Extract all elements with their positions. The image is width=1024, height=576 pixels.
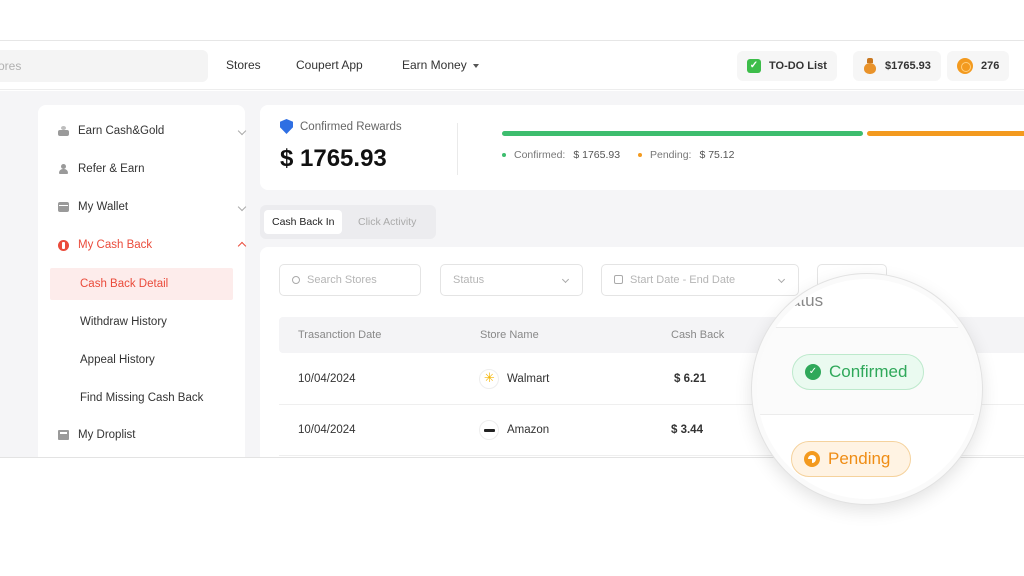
sidebar-item-refer-earn[interactable]: Refer & Earn (58, 163, 144, 175)
page: ores Stores Coupert App Earn Money ✓ TO-… (0, 0, 1024, 576)
date-range-input[interactable]: Start Date - End Date (601, 264, 799, 296)
pending-legend-label: Pending: (650, 149, 692, 161)
status-magnifier: atus ✓ Confirmed Pending (752, 274, 982, 504)
checkbox-icon: ✓ (747, 59, 761, 73)
tab-cash-back-in[interactable]: Cash Back In (264, 210, 343, 234)
balance-value: $1765.93 (885, 60, 931, 72)
todo-list-button[interactable]: ✓ TO-DO List (737, 51, 837, 81)
caret-down-icon (472, 63, 479, 68)
status-select[interactable]: Status (440, 264, 583, 296)
sidebar: Earn Cash&Gold Refer & Earn My Wallet My… (38, 105, 247, 457)
walmart-logo-icon (479, 369, 499, 389)
column-header-cash-back: Cash Back (671, 329, 725, 341)
row-cash-back: $ 6.21 (674, 373, 706, 385)
todo-list-label: TO-DO List (769, 60, 827, 72)
sidebar-item-label: My Cash Back (78, 239, 153, 251)
nav-stores[interactable]: Stores (226, 58, 261, 72)
pending-legend: Pending: $ 75.12 (638, 149, 735, 161)
row-store-name: Amazon (507, 424, 550, 436)
confirmed-progress-bar (502, 131, 863, 136)
chevron-down-icon (777, 275, 786, 284)
coins-value: 276 (981, 60, 1000, 72)
calendar-icon (614, 275, 623, 284)
sidebar-item-my-cash-back[interactable]: My Cash Back (58, 239, 247, 251)
nav-earn-money-label: Earn Money (402, 58, 467, 72)
amazon-logo-icon (479, 420, 499, 440)
orange-dot-icon (638, 153, 642, 157)
gold-coin-icon (957, 58, 973, 74)
confirmed-rewards-label: Confirmed Rewards (300, 121, 402, 133)
row-store-name: Walmart (507, 373, 550, 385)
nav-coupert-app[interactable]: Coupert App (296, 58, 363, 72)
green-dot-icon (502, 153, 506, 157)
coins-pill[interactable]: 276 (947, 51, 1010, 81)
column-header-date: Trasanction Date (298, 329, 382, 341)
chevron-down-icon (561, 275, 570, 284)
status-badge-pending: Pending (791, 441, 912, 477)
sidebar-subitem-find-missing-cash-back[interactable]: Find Missing Cash Back (50, 382, 233, 414)
sidebar-subitem-withdraw-history[interactable]: Withdraw History (50, 306, 233, 338)
wallet-icon (58, 202, 69, 212)
cashback-icon (58, 239, 69, 251)
sidebar-item-my-wallet[interactable]: My Wallet (58, 201, 247, 213)
sidebar-subitem-cash-back-detail[interactable]: Cash Back Detail (50, 268, 233, 300)
status-badge-confirmed: ✓ Confirmed (792, 354, 925, 390)
search-stores-placeholder: Search Stores (307, 274, 377, 286)
sidebar-item-label: Refer & Earn (78, 163, 145, 175)
status-column-header: atus (791, 291, 824, 310)
droplist-icon (58, 430, 69, 440)
money-bag-icon (863, 58, 877, 74)
shield-check-icon (280, 119, 293, 134)
sidebar-subitem-appeal-history[interactable]: Appeal History (50, 344, 233, 376)
row-cash-back: $ 3.44 (671, 424, 703, 436)
sidebar-item-label: My Droplist (78, 429, 136, 441)
chevron-up-icon (237, 241, 247, 251)
tab-bar: Cash Back In Click Activity (260, 205, 436, 239)
check-circle-icon: ✓ (805, 364, 821, 380)
balance-pill[interactable]: $1765.93 (853, 51, 941, 81)
status-badge-label: Pending (828, 449, 891, 468)
confirmed-legend-value: $ 1765.93 (573, 149, 621, 161)
top-navbar: ores Stores Coupert App Earn Money ✓ TO-… (0, 40, 1024, 90)
row-date: 10/04/2024 (298, 373, 356, 385)
rewards-card: Confirmed Rewards $ 1765.93 Confirmed: $… (260, 105, 1024, 190)
store-search-input[interactable]: ores (0, 50, 208, 82)
tab-click-activity[interactable]: Click Activity (350, 210, 424, 234)
hand-coin-icon (58, 126, 69, 136)
status-placeholder: Status (453, 274, 485, 286)
divider (457, 123, 458, 175)
row-date: 10/04/2024 (298, 424, 356, 436)
column-header-store: Store Name (480, 329, 539, 341)
status-badge-label: Confirmed (829, 362, 908, 381)
divider (757, 414, 977, 415)
chevron-down-icon (237, 202, 247, 212)
confirmed-legend: Confirmed: $ 1765.93 (502, 149, 620, 161)
sidebar-item-label: Earn Cash&Gold (78, 125, 165, 137)
nav-earn-money[interactable]: Earn Money (402, 58, 479, 72)
search-icon (292, 276, 300, 284)
sidebar-item-my-droplist[interactable]: My Droplist (58, 429, 136, 441)
date-range-placeholder: Start Date - End Date (630, 274, 736, 286)
search-stores-input[interactable]: Search Stores (279, 264, 421, 296)
sidebar-item-earn-cash-gold[interactable]: Earn Cash&Gold (58, 125, 247, 137)
pending-progress-bar (867, 131, 1024, 136)
chevron-down-icon (237, 126, 247, 136)
confirmed-legend-label: Confirmed: (514, 149, 566, 161)
pending-legend-value: $ 75.12 (699, 149, 735, 161)
sidebar-item-label: My Wallet (78, 201, 129, 213)
person-icon (58, 164, 69, 174)
clock-icon (804, 451, 820, 467)
confirmed-rewards-amount: $ 1765.93 (280, 145, 387, 172)
